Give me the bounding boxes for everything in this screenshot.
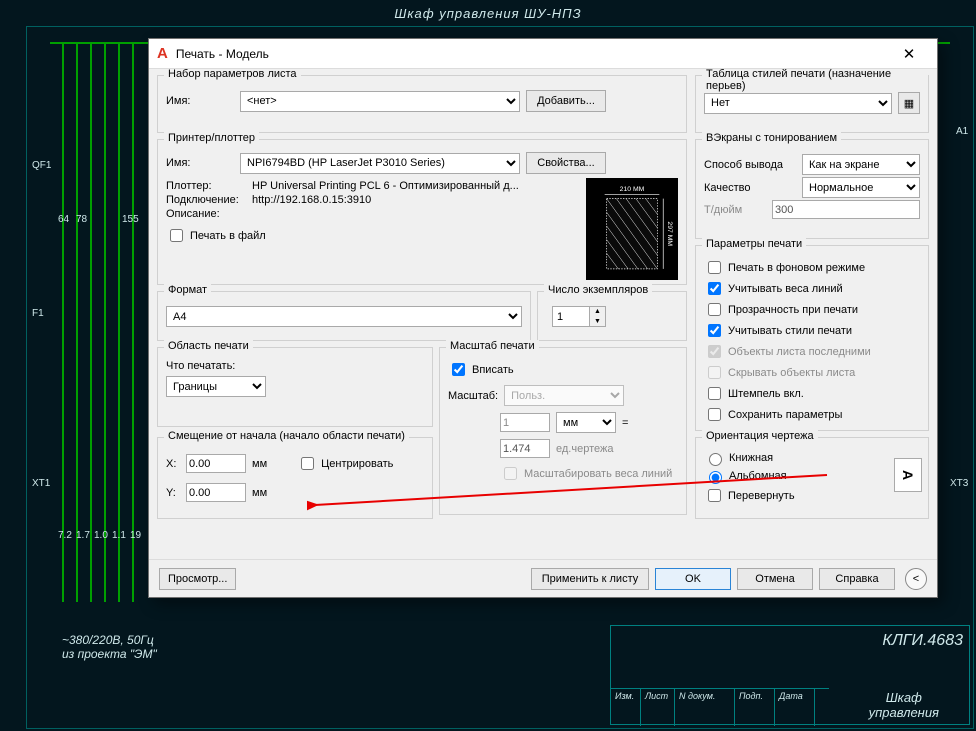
plotter-value: HP Universal Printing PCL 6 - Оптимизиро… xyxy=(252,180,519,192)
scale-lineweights-label: Масштабировать веса линий xyxy=(524,468,672,480)
area-what-label: Что печатать: xyxy=(166,360,424,372)
legend-page-setup: Набор параметров листа xyxy=(164,69,301,80)
offset-y-input[interactable] xyxy=(186,483,246,502)
plot-to-file-label: Печать в файл xyxy=(190,230,266,242)
group-printer: Принтер/плоттер Имя: NPI6794BD (HP Laser… xyxy=(157,139,687,285)
plot-style-edit-button[interactable]: ▦ xyxy=(898,92,920,114)
shade-mode-select[interactable]: Как на экране xyxy=(802,154,920,175)
offset-x-input[interactable] xyxy=(186,454,246,473)
opt-savechanges-checkbox[interactable] xyxy=(708,408,721,421)
legend-area: Область печати xyxy=(164,340,253,352)
shade-quality-label: Качество xyxy=(704,182,796,194)
scale-lineweights-checkbox xyxy=(504,467,517,480)
app-icon: A xyxy=(157,45,168,62)
connection-label: Подключение: xyxy=(166,194,246,206)
ok-button[interactable]: OK xyxy=(655,568,731,590)
area-what-select[interactable]: Границы xyxy=(166,376,266,397)
orientation-portrait-radio[interactable] xyxy=(709,453,722,466)
center-plot-checkbox[interactable] xyxy=(301,457,314,470)
expand-options-button[interactable]: < xyxy=(905,568,927,590)
opt-lineweights-checkbox[interactable] xyxy=(708,282,721,295)
dialog-titlebar[interactable]: A Печать - Модель ✕ xyxy=(149,39,937,69)
scale-numerator-input xyxy=(500,413,550,432)
copies-spinner[interactable]: ▲▼ xyxy=(552,306,606,327)
group-orientation: Ориентация чертежа Книжная Альбомная Пер… xyxy=(695,437,929,519)
cad-title-block: КЛГИ.4683 Шкаф управления Изм. Лист N до… xyxy=(610,625,970,725)
shade-mode-label: Способ вывода xyxy=(704,159,796,171)
offset-x-label: X: xyxy=(166,458,180,470)
fit-to-paper-label: Вписать xyxy=(472,364,514,376)
scale-denominator-input xyxy=(500,439,550,458)
plotter-label: Плоттер: xyxy=(166,180,246,192)
printer-name-select[interactable]: NPI6794BD (HP LaserJet P3010 Series) xyxy=(240,153,520,174)
fit-to-paper-checkbox[interactable] xyxy=(452,363,465,376)
legend-options: Параметры печати xyxy=(702,238,806,250)
cancel-button[interactable]: Отмена xyxy=(737,568,813,590)
legend-orientation: Ориентация чертежа xyxy=(702,430,818,442)
shade-dpi-input xyxy=(772,200,920,219)
close-button[interactable]: ✕ xyxy=(889,45,929,63)
group-plot-scale: Масштаб печати Вписать Масштаб: Польз. м… xyxy=(439,347,687,515)
plot-style-select[interactable]: Нет xyxy=(704,93,892,114)
apply-to-layout-button[interactable]: Применить к листу xyxy=(531,568,649,590)
svg-text:297 MM: 297 MM xyxy=(666,221,673,246)
page-setup-name-label: Имя: xyxy=(166,95,234,107)
paper-size-select[interactable]: A4 xyxy=(166,306,522,327)
legend-offset: Смещение от начала (начало области печат… xyxy=(164,430,409,442)
group-page-setup: Набор параметров листа Имя: <нет> Добави… xyxy=(157,75,687,133)
group-shaded-viewport: ВЭкраны с тонированием Способ выводаКак … xyxy=(695,139,929,239)
group-plot-style: Таблица стилей печати (назначение перьев… xyxy=(695,75,929,133)
scale-label: Масштаб: xyxy=(448,390,498,402)
opt-plotstyles-checkbox[interactable] xyxy=(708,324,721,337)
group-copies: Число экземпляров ▲▼ xyxy=(537,291,687,341)
group-plot-options: Параметры печати Печать в фоновом режиме… xyxy=(695,245,929,431)
opt-hidepaperspace-checkbox xyxy=(708,366,721,379)
dialog-title: Печать - Модель xyxy=(176,47,269,61)
help-button[interactable]: Справка xyxy=(819,568,895,590)
page-setup-add-button[interactable]: Добавить... xyxy=(526,90,606,112)
opt-paperspacelast-checkbox xyxy=(708,345,721,358)
shade-quality-select[interactable]: Нормальное xyxy=(802,177,920,198)
plot-to-file-checkbox[interactable] xyxy=(170,229,183,242)
description-label: Описание: xyxy=(166,208,246,220)
orientation-upsidedown-checkbox[interactable] xyxy=(708,489,721,502)
print-dialog: A Печать - Модель ✕ Набор параметров лис… xyxy=(148,38,938,598)
connection-value: http://192.168.0.15:3910 xyxy=(252,194,371,206)
legend-paper: Формат xyxy=(164,284,211,296)
legend-printer: Принтер/плоттер xyxy=(164,132,259,144)
scale-select: Польз. xyxy=(504,385,624,406)
legend-scale: Масштаб печати xyxy=(446,340,539,352)
legend-copies: Число экземпляров xyxy=(544,284,652,296)
legend-shaded: ВЭкраны с тонированием xyxy=(702,132,841,144)
legend-plot-style: Таблица стилей печати (назначение перьев… xyxy=(702,69,928,92)
opt-background-checkbox[interactable] xyxy=(708,261,721,274)
scale-unit-select[interactable]: мм xyxy=(556,412,616,433)
cad-drawing-title: Шкаф управления ШУ-НПЗ xyxy=(0,6,976,21)
cad-voltage-note: ~380/220В, 50Гц из проекта "ЭМ" xyxy=(62,633,157,661)
opt-transparency-checkbox[interactable] xyxy=(708,303,721,316)
preview-button[interactable]: Просмотр... xyxy=(159,568,236,590)
center-plot-label: Центрировать xyxy=(321,458,393,470)
group-plot-offset: Смещение от начала (начало области печат… xyxy=(157,437,433,519)
orientation-landscape-radio[interactable] xyxy=(709,471,722,484)
group-plot-area: Область печати Что печатать: Границы xyxy=(157,347,433,427)
shade-dpi-label: Т/дюйм xyxy=(704,204,766,216)
offset-y-label: Y: xyxy=(166,487,180,499)
orientation-preview-icon: A xyxy=(894,458,922,492)
copies-input[interactable] xyxy=(553,307,589,326)
group-paper: Формат A4 xyxy=(157,291,531,341)
paper-preview: 210 MM 297 MM xyxy=(586,178,678,280)
svg-text:210 MM: 210 MM xyxy=(620,186,645,193)
opt-stamp-checkbox[interactable] xyxy=(708,387,721,400)
printer-name-label: Имя: xyxy=(166,157,234,169)
printer-properties-button[interactable]: Свойства... xyxy=(526,152,606,174)
page-setup-name-select[interactable]: <нет> xyxy=(240,91,520,112)
dialog-button-row: Просмотр... Применить к листу OK Отмена … xyxy=(149,559,937,597)
